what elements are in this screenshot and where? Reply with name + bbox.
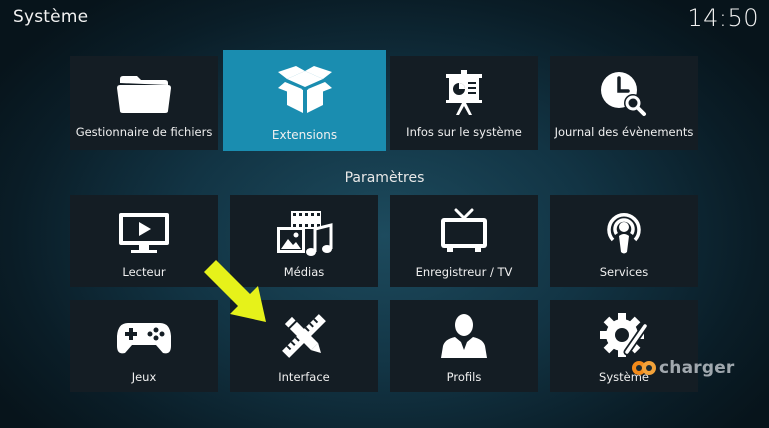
kodi-system-screen: Système 14:50 Gestionnaire de fichiers E… xyxy=(0,0,769,428)
tile-label: Extensions xyxy=(271,128,338,142)
watermark: charger xyxy=(631,358,735,378)
tile-player[interactable]: Lecteur xyxy=(70,195,218,287)
watermark-logo-icon xyxy=(632,361,656,375)
section-label-settings: Paramètres xyxy=(344,170,425,186)
tile-pvr-tv[interactable]: Enregistreur / TV xyxy=(390,195,538,287)
tile-label: Jeux xyxy=(131,370,157,384)
tile-label: Infos sur le système xyxy=(406,125,522,139)
tile-label: Services xyxy=(599,265,649,279)
tile-label: Enregistreur / TV xyxy=(415,265,513,279)
tile-games[interactable]: Jeux xyxy=(70,300,218,392)
tile-system-info[interactable]: Infos sur le système xyxy=(390,56,538,150)
page-title: Système xyxy=(13,7,89,27)
presentation-board-icon xyxy=(390,70,538,116)
tile-system[interactable]: Système xyxy=(550,300,698,392)
tile-services[interactable]: Services xyxy=(550,195,698,287)
broadcast-podcast-icon xyxy=(550,208,698,256)
monitor-play-icon xyxy=(70,211,218,255)
box-icon xyxy=(223,65,386,115)
annotation-arrow-icon xyxy=(200,256,280,332)
media-film-music-icon xyxy=(230,209,378,257)
tile-extensions[interactable]: Extensions xyxy=(223,50,386,151)
tile-label: Journal des évènements xyxy=(554,125,694,139)
folder-icon xyxy=(70,73,218,115)
tile-profiles[interactable]: Profils xyxy=(390,300,538,392)
clock-search-icon xyxy=(550,70,698,118)
clock: 14:50 xyxy=(687,4,759,32)
tile-event-log[interactable]: Journal des évènements xyxy=(550,56,698,150)
tile-label: Lecteur xyxy=(122,265,166,279)
user-profile-icon xyxy=(390,312,538,358)
tile-file-manager[interactable]: Gestionnaire de fichiers xyxy=(70,56,218,150)
gear-tools-icon xyxy=(550,312,698,360)
tile-label: Gestionnaire de fichiers xyxy=(75,125,213,139)
tv-antenna-icon xyxy=(390,208,538,254)
tile-label: Profils xyxy=(446,370,482,384)
tile-label: Interface xyxy=(278,370,330,384)
watermark-text: charger xyxy=(659,358,735,378)
gamepad-icon xyxy=(70,320,218,356)
